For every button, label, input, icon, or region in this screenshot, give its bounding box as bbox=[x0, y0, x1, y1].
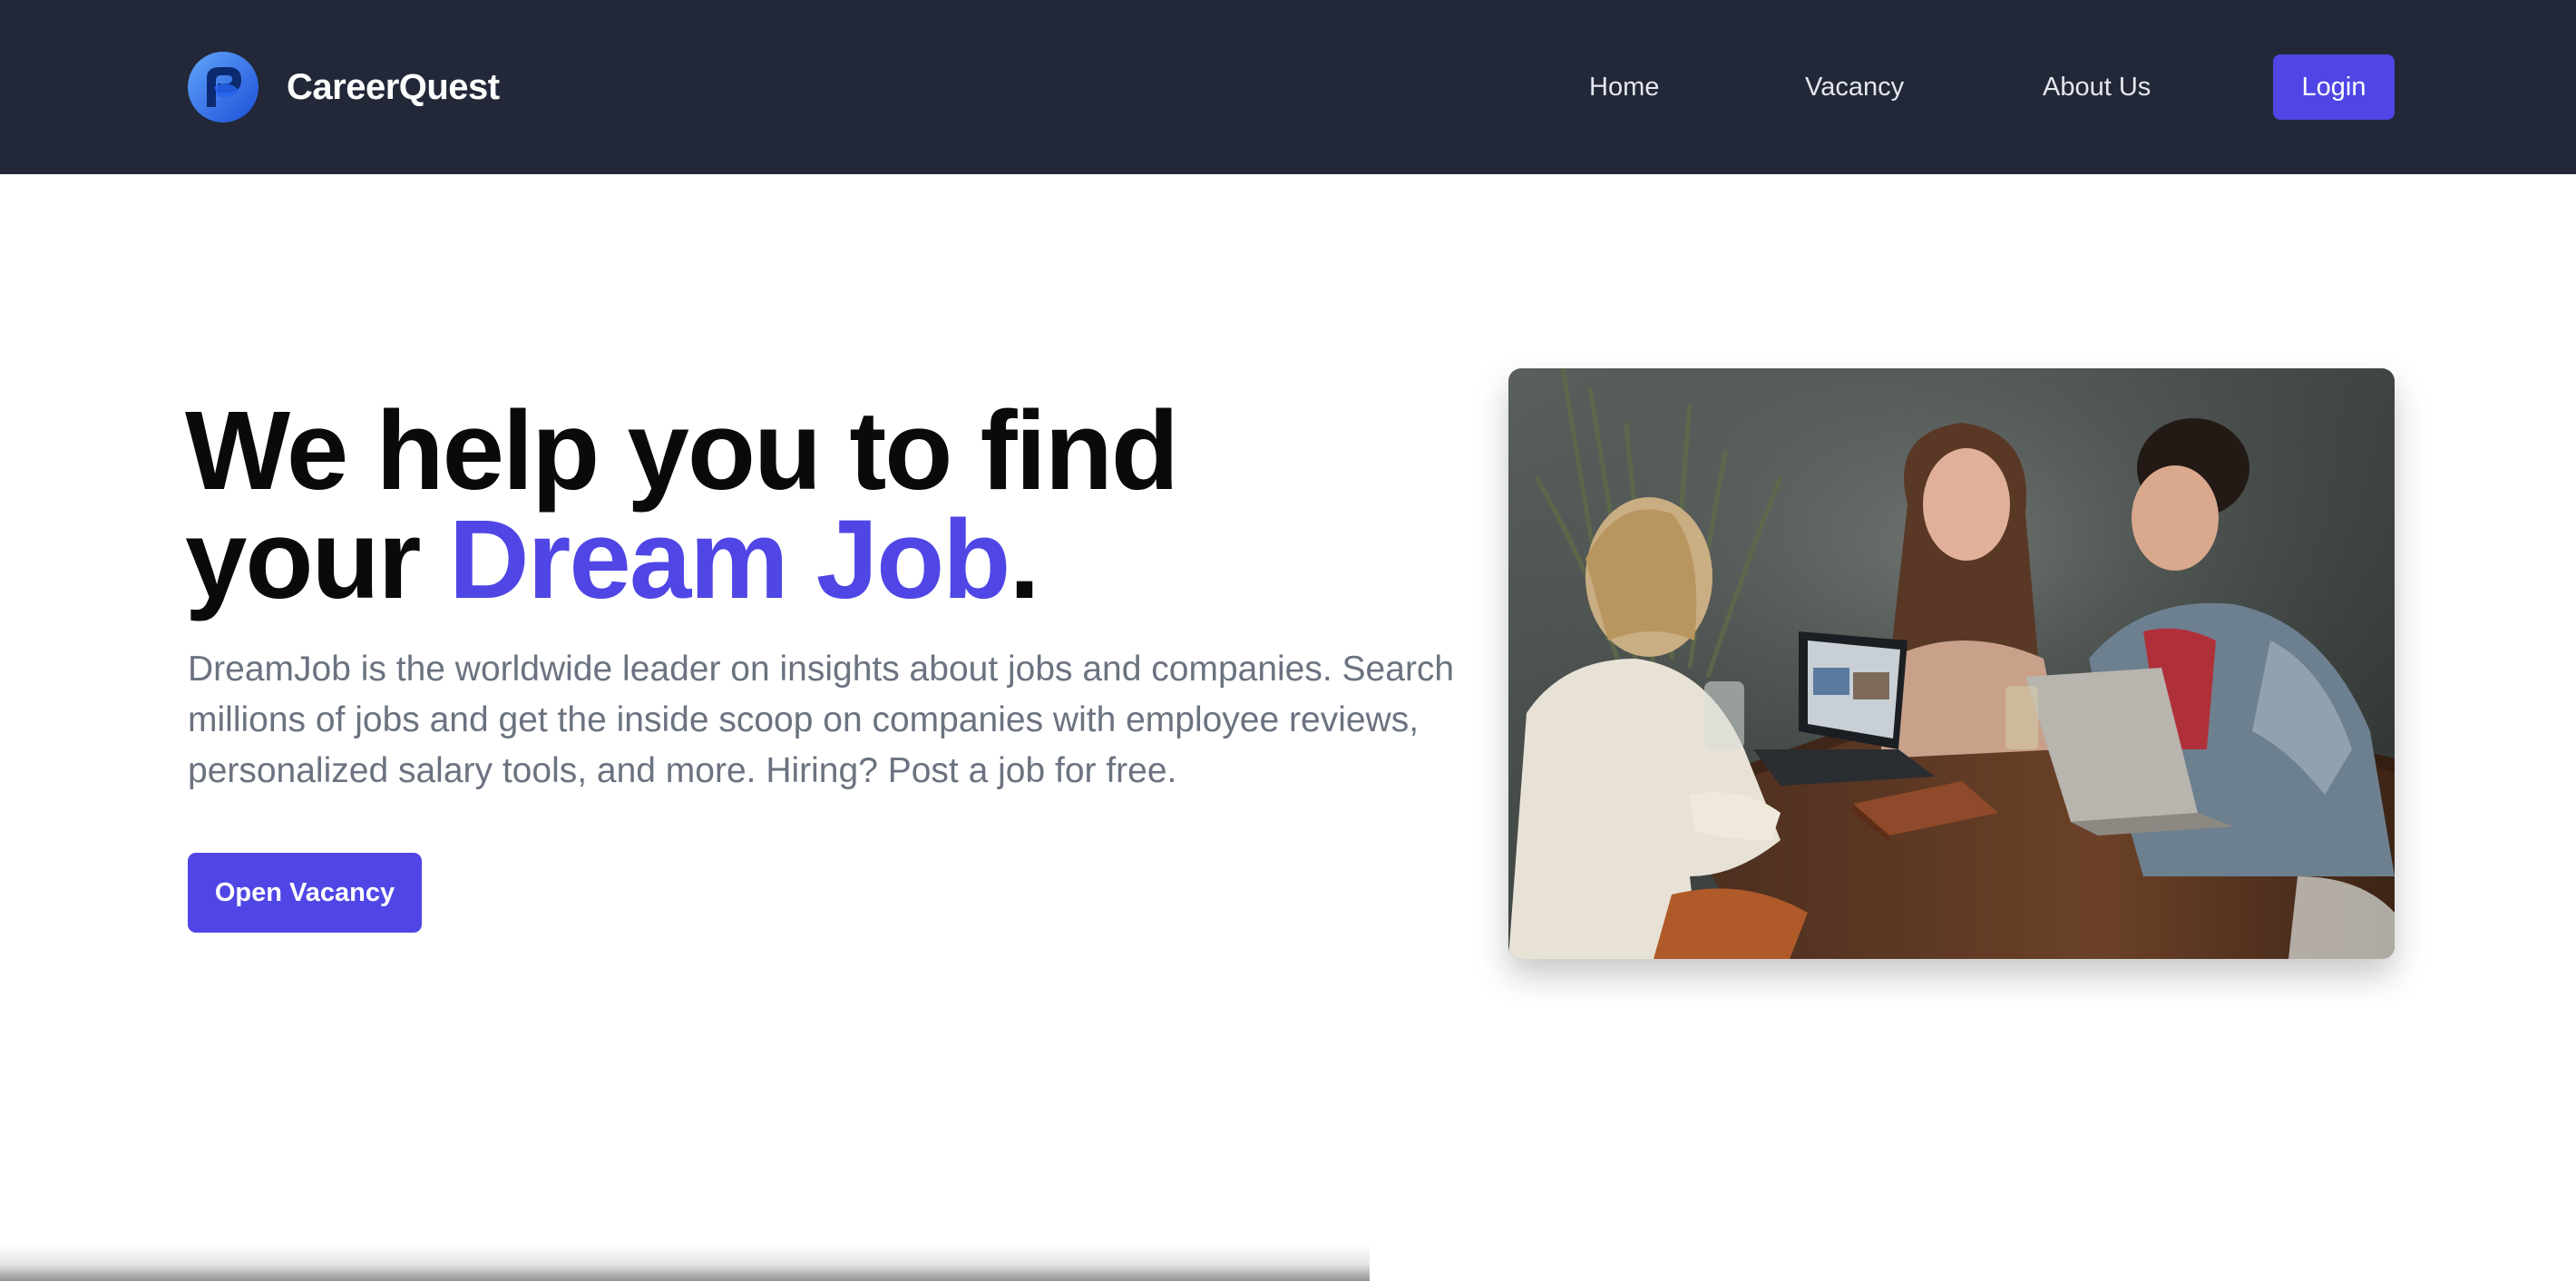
hero-title-prefix: your bbox=[185, 498, 449, 622]
hero-image bbox=[1508, 368, 2395, 959]
brand[interactable]: CareerQuest bbox=[187, 51, 500, 123]
login-button[interactable]: Login bbox=[2273, 54, 2395, 120]
brand-name: CareerQuest bbox=[287, 66, 500, 107]
nav-link-vacancy[interactable]: Vacancy bbox=[1805, 65, 1904, 109]
hero-title-highlight: Dream Job bbox=[448, 498, 1011, 622]
hero-description: DreamJob is the worldwide leader on insi… bbox=[188, 650, 1455, 790]
hero-title-suffix: . bbox=[1009, 498, 1039, 622]
team-photo-illustration bbox=[1508, 368, 2395, 959]
top-navbar: CareerQuest Home Vacancy About Us Login bbox=[0, 0, 2576, 174]
open-vacancy-button[interactable]: Open Vacancy bbox=[188, 853, 422, 933]
hero-title-line1: We help you to find bbox=[185, 389, 1179, 513]
nav-link-home[interactable]: Home bbox=[1589, 65, 1659, 109]
nav-link-about-us[interactable]: About Us bbox=[2043, 65, 2151, 109]
next-section-shadow bbox=[0, 1245, 1370, 1281]
swirl-logo-icon bbox=[188, 52, 259, 122]
hero-title: We help you to find your Dream Job. bbox=[185, 396, 1500, 616]
